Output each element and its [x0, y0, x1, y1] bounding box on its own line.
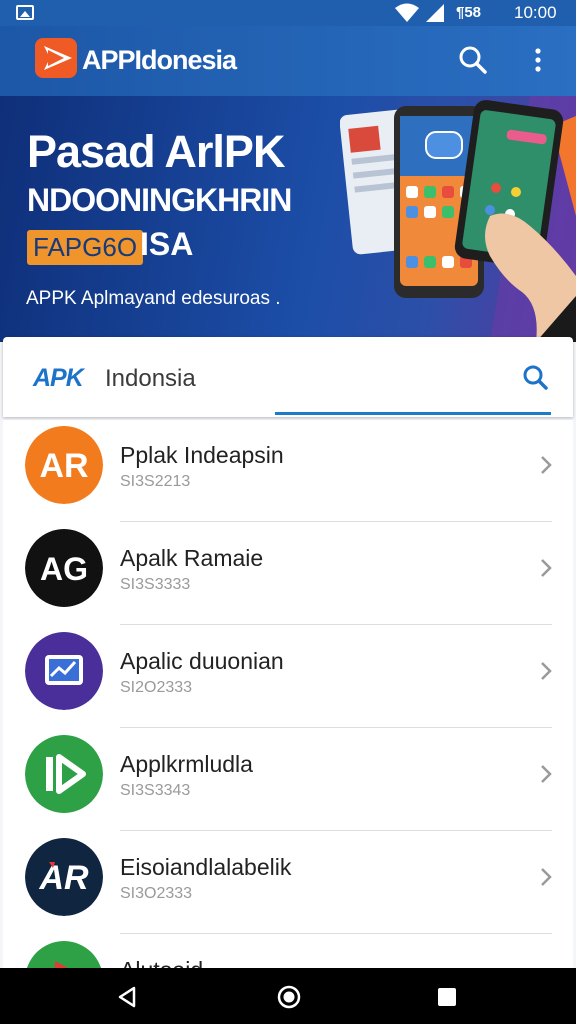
row-divider [120, 830, 552, 831]
search-brand-text: Indonsia [105, 365, 196, 392]
recents-icon[interactable] [437, 987, 457, 1007]
chevron-right-icon[interactable] [539, 557, 553, 579]
app-icon-letters: AR [38, 859, 89, 897]
ag-app-icon: AG [25, 529, 103, 607]
list-item[interactable]: Alutoaid [3, 935, 573, 968]
play-icon [25, 735, 103, 813]
promo-banner[interactable]: Pasad ArlPK NDOONINGKHRIN FAPG6O ISA APP… [0, 96, 576, 342]
app-name: Alutoaid [120, 957, 203, 968]
wifi-icon [395, 3, 419, 22]
banner-subtitle: APPK Aplmayand edesuroas . [26, 288, 281, 309]
list-item[interactable]: Applkrmludla SI3S3343 [3, 729, 573, 831]
app-id: SI3S3333 [120, 576, 191, 593]
app-name: Apalk Ramaie [120, 545, 264, 571]
app-id: SI3S3343 [120, 782, 191, 799]
ar-app-icon: AR [25, 838, 103, 916]
app-name: Eisoiandlalabelik [120, 854, 292, 880]
row-divider [120, 727, 552, 728]
banner-headline: Pasad ArlPK [27, 126, 285, 177]
battery-status: ¶58 [456, 4, 482, 21]
search-brand-apk: APK [33, 364, 84, 392]
search-icon[interactable] [521, 363, 551, 393]
search-bar[interactable]: APK Indonsia [3, 337, 573, 417]
back-icon[interactable] [116, 986, 138, 1008]
search-underline [275, 412, 551, 415]
row-divider [120, 624, 552, 625]
clock: 10:00 [514, 3, 557, 22]
app-icon-letters: AG [40, 551, 88, 587]
more-vert-icon[interactable] [530, 46, 546, 74]
list-item[interactable]: Apalic duuonian SI2O2333 [3, 626, 573, 728]
chevron-right-icon[interactable] [539, 866, 553, 888]
app-id: SI3S2213 [120, 473, 191, 490]
signal-icon [426, 4, 444, 22]
app-name: Pplak Indeapsin [120, 442, 284, 468]
list-item[interactable]: AR Pplak Indeapsin SI3S2213 [3, 420, 573, 522]
status-bar: ¶58 10:00 [0, 0, 576, 26]
chevron-right-icon[interactable] [539, 660, 553, 682]
banner-badge-suffix: ISA [140, 226, 194, 262]
trend-chart-icon [25, 632, 103, 710]
home-icon[interactable] [276, 984, 302, 1010]
banner-headline-2: NDOONINGKHRIN [27, 182, 292, 218]
app-id: SI2O2333 [120, 679, 193, 696]
row-divider [120, 933, 552, 934]
image-notification-icon [16, 5, 34, 20]
search-icon[interactable] [458, 45, 488, 75]
app-list: AR Pplak Indeapsin SI3S2213 AG Apalk Ram… [3, 420, 573, 968]
row-divider [120, 521, 552, 522]
app-name: Apalic duuonian [120, 648, 284, 674]
list-item[interactable]: AR Eisoiandlalabelik SI3O2333 [3, 832, 573, 934]
app-id: SI3O2333 [120, 885, 193, 902]
app-title: APPIdonesia [82, 45, 237, 75]
list-item[interactable]: AG Apalk Ramaie SI3S3333 [3, 523, 573, 625]
app-name: Applkrmludla [120, 751, 253, 777]
chevron-right-icon[interactable] [539, 454, 553, 476]
ar-app-icon: AR [25, 426, 103, 504]
chevron-right-icon[interactable] [539, 763, 553, 785]
system-nav-bar [0, 968, 576, 1024]
banner-badge: FAPG6O [27, 230, 144, 265]
music-icon [26, 941, 102, 968]
app-icon-letters: AR [39, 447, 88, 485]
phones-illustration [340, 96, 576, 342]
play-arrow-logo-icon [35, 38, 77, 78]
